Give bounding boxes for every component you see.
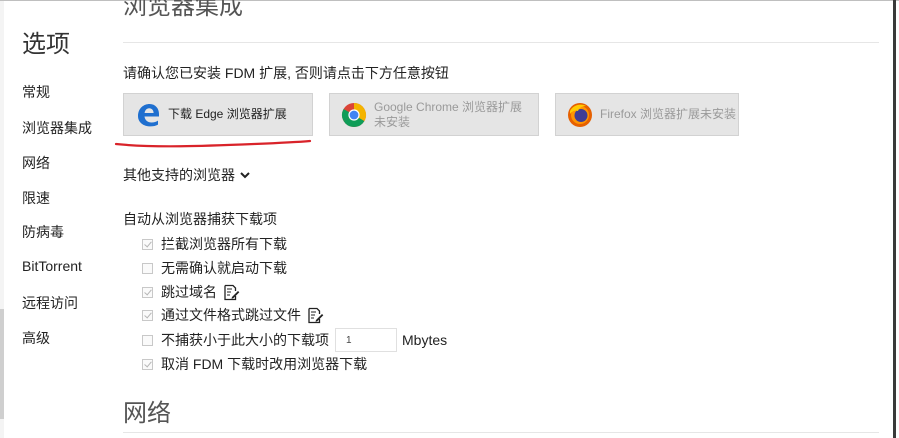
option-start-without-confirm-label[interactable]: 无需确认就启动下载 [161,258,287,278]
sidebar-item-remote-access[interactable]: 远程访问 [22,293,78,313]
sidebar-item-network[interactable]: 网络 [22,153,50,173]
edit-icon[interactable] [223,284,240,301]
min-size-input[interactable] [335,328,397,352]
sidebar-title: 选项 [22,31,70,58]
firefox-button-label-line1: Firefox 浏览器扩展未安装 [600,107,737,121]
option-fallback-browser-label[interactable]: 取消 FDM 下载时改用浏览器下载 [161,354,367,374]
sidebar-item-antivirus[interactable]: 防病毒 [22,222,64,242]
red-underline-annotation [114,139,312,148]
checkbox-fallback-browser[interactable] [142,358,153,370]
section-header-browser-integration: 浏览器集成 [123,0,243,20]
firefox-extension-button[interactable]: Firefox 浏览器扩展未安装 [555,93,739,136]
checkbox-min-size[interactable] [142,334,153,346]
option-min-size-label[interactable]: 不捕获小于此大小的下载项 [161,330,329,350]
option-skip-file-types-label[interactable]: 通过文件格式跳过文件 [161,305,301,325]
left-scrollbar-thumb[interactable] [0,309,4,419]
chrome-button-label: Google Chrome 浏览器扩展 未安装 [374,100,522,130]
other-browsers-toggle[interactable]: 其他支持的浏览器 [123,165,251,185]
checkbox-skip-file-types[interactable] [142,309,153,321]
sidebar-item-bittorrent[interactable]: BitTorrent [22,258,82,274]
chrome-button-label-line1: Google Chrome 浏览器扩展 [374,99,523,114]
edge-extension-button[interactable]: 下载 Edge 浏览器扩展 [123,93,313,136]
edge-button-label-line1: 下载 Edge 浏览器扩展 [168,107,287,121]
checkbox-intercept-all[interactable] [142,238,153,250]
auto-capture-title: 自动从浏览器捕获下载项 [123,211,277,227]
checkbox-start-without-confirm[interactable] [142,262,153,274]
min-size-unit: Mbytes [402,332,448,348]
option-intercept-all-label[interactable]: 拦截浏览器所有下载 [161,234,287,254]
option-skip-file-types: 通过文件格式跳过文件 [142,306,324,324]
chrome-icon [341,103,367,128]
other-browsers-label: 其他支持的浏览器 [123,167,235,183]
option-skip-domains: 跳过域名 [142,283,240,301]
chrome-button-label-line2: 未安装 [374,114,411,129]
section-header-network: 网络 [123,400,171,427]
option-skip-domains-label[interactable]: 跳过域名 [161,282,217,302]
edge-button-label: 下载 Edge 浏览器扩展 [168,107,287,122]
option-min-size: 不捕获小于此大小的下载项 Mbytes [142,328,448,352]
right-window-edge [893,0,896,438]
left-scrollbar[interactable] [0,1,4,438]
install-prompt: 请确认您已安装 FDM 扩展, 否则请点击下方任意按钮 [123,65,449,81]
section-divider [123,432,879,433]
checkbox-skip-domains[interactable] [142,286,153,298]
chrome-extension-button[interactable]: Google Chrome 浏览器扩展 未安装 [329,93,539,136]
chevron-down-icon [240,172,250,179]
sidebar-item-general[interactable]: 常规 [22,82,50,102]
sidebar-item-browser-integration[interactable]: 浏览器集成 [22,118,92,138]
sidebar-item-advanced[interactable]: 高级 [22,328,50,348]
edge-icon [138,104,159,127]
firefox-icon [568,103,592,127]
firefox-button-label: Firefox 浏览器扩展未安装 [600,107,736,122]
section-divider [123,42,879,43]
option-start-without-confirm: 无需确认就启动下载 [142,259,287,277]
option-intercept-all: 拦截浏览器所有下载 [142,235,287,253]
sidebar-item-speed-limit[interactable]: 限速 [22,188,50,208]
edit-icon[interactable] [307,307,324,324]
option-fallback-browser: 取消 FDM 下载时改用浏览器下载 [142,355,367,373]
